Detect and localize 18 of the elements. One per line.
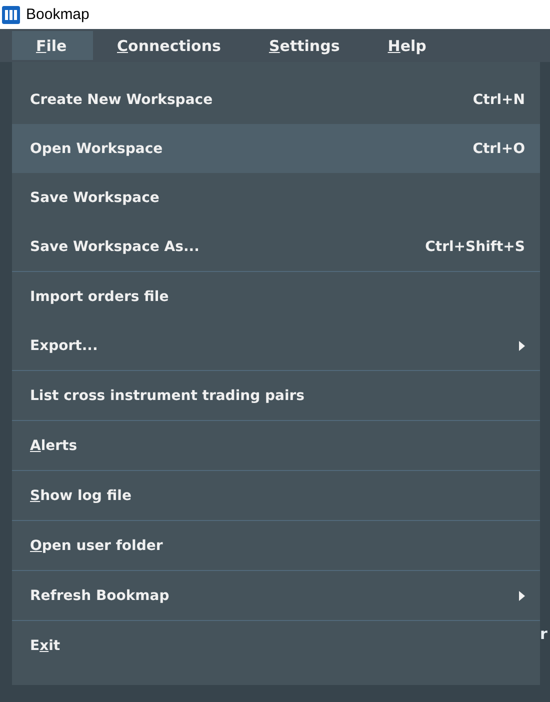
menu-item[interactable]: List cross instrument trading pairs — [12, 371, 540, 420]
menu-bar-item[interactable]: Help — [364, 31, 450, 60]
menu-item[interactable]: Save Workspace As... Ctrl+Shift+S — [12, 222, 540, 271]
menu-item[interactable]: Alerts — [12, 421, 540, 470]
menu-item[interactable]: Export... — [12, 321, 540, 370]
menu-item[interactable]: Show log file — [12, 471, 540, 520]
window-title: Bookmap — [26, 6, 90, 23]
menu-bar-item[interactable]: Connections — [93, 31, 245, 60]
menu-item[interactable]: Import orders file — [12, 272, 540, 321]
menu-item[interactable]: Open user folder — [12, 521, 540, 570]
menu-bar-item[interactable]: Settings — [244, 31, 364, 60]
menu-item[interactable]: Refresh Bookmap — [12, 571, 540, 620]
menu-item[interactable]: Open Workspace Ctrl+O — [12, 124, 540, 173]
menu-bar-item[interactable]: File — [12, 31, 93, 60]
menu-item[interactable]: Save Workspace — [12, 173, 540, 222]
menu-item[interactable]: Create New Workspace Ctrl+N — [12, 75, 540, 124]
background-text: r — [540, 625, 548, 643]
menu-item[interactable]: Exit — [12, 621, 540, 670]
